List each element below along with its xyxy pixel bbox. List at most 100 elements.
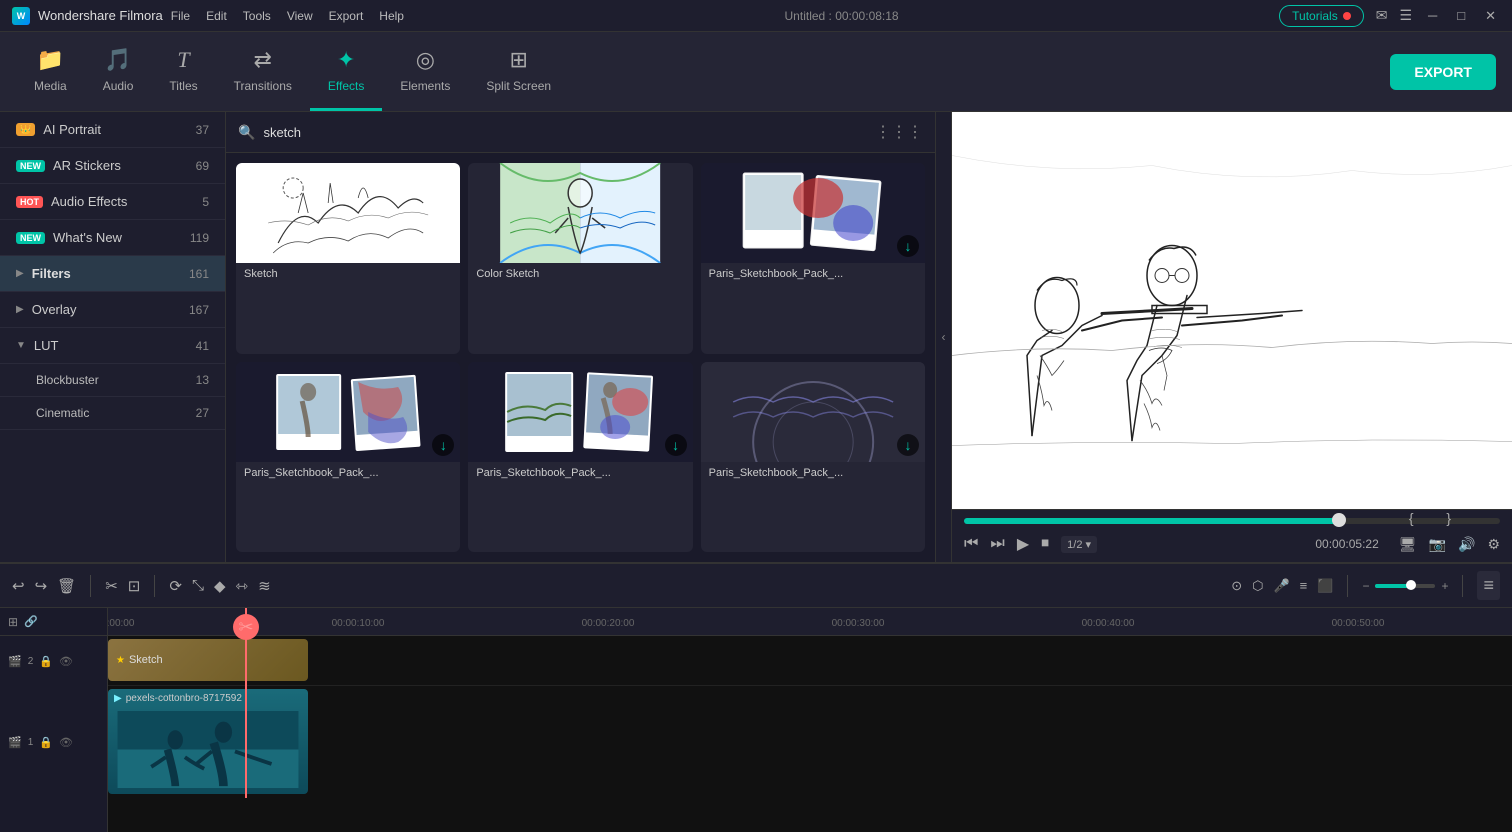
- sidebar-item-overlay[interactable]: ▶ Overlay 167: [0, 292, 225, 328]
- sidebar-subitem-cinematic[interactable]: Cinematic 27: [0, 397, 225, 430]
- mask-icon[interactable]: ⬡: [1252, 578, 1263, 594]
- motion-track-icon[interactable]: ⊙: [1231, 578, 1242, 594]
- track-2-eye[interactable]: 👁: [59, 655, 73, 668]
- scale-button[interactable]: ⤡: [192, 577, 204, 594]
- paris-3-svg: [468, 362, 692, 462]
- menu-icon[interactable]: ☰: [1399, 7, 1412, 24]
- track-1-lock[interactable]: 🔒: [39, 736, 53, 749]
- play-button[interactable]: ▶: [1017, 534, 1029, 554]
- monitor-icon[interactable]: 🖥: [1399, 536, 1417, 553]
- progress-bar[interactable]: { }: [964, 518, 1500, 524]
- rotate-button[interactable]: ⟳: [169, 577, 182, 595]
- video-clip-name-label: pexels-cottonbro-8717592: [126, 693, 242, 704]
- progress-thumb: [1332, 513, 1346, 527]
- marker-button[interactable]: ◆: [214, 577, 226, 595]
- sidebar-item-lut[interactable]: ▼ LUT 41: [0, 328, 225, 364]
- ai-portrait-count: 37: [196, 123, 209, 137]
- menu-file[interactable]: File: [171, 9, 190, 23]
- toolbar-split-screen[interactable]: ⊞ Split Screen: [468, 32, 569, 111]
- bracket-end: }: [1446, 510, 1451, 526]
- ruler-mark-30: 00:00:30:00: [832, 618, 885, 629]
- effect-color-sketch[interactable]: Color Sketch: [468, 163, 692, 354]
- settings-preview-icon[interactable]: ⚙: [1487, 536, 1500, 553]
- toolbar-audio[interactable]: 🎵 Audio: [85, 32, 152, 111]
- effect-paris-3[interactable]: ↓ Paris_Sketchbook_Pack_...: [468, 362, 692, 553]
- toolbar-titles[interactable]: T Titles: [151, 32, 215, 111]
- export-button[interactable]: EXPORT: [1390, 54, 1496, 90]
- subtitle-icon[interactable]: ≡: [1300, 578, 1308, 593]
- link-track-button[interactable]: 🔗: [24, 615, 38, 628]
- undo-button[interactable]: ↩: [12, 577, 25, 595]
- silence-button[interactable]: ≋: [258, 577, 271, 595]
- paris-3-label: Paris_Sketchbook_Pack_...: [468, 462, 692, 484]
- toolbar-transitions[interactable]: ⇄ Transitions: [216, 32, 310, 111]
- track-1-eye[interactable]: 👁: [59, 736, 73, 749]
- cut-button[interactable]: ✂: [105, 577, 118, 595]
- lut-count: 41: [196, 339, 209, 353]
- voice-icon[interactable]: 🎤: [1273, 578, 1289, 594]
- sidebar-subitem-blockbuster[interactable]: Blockbuster 13: [0, 364, 225, 397]
- grid-options-icon[interactable]: ⋮⋮⋮: [875, 122, 923, 142]
- effect-paris-1[interactable]: ↓ Paris_Sketchbook_Pack_...: [701, 163, 925, 354]
- camera-icon[interactable]: 📷: [1429, 536, 1446, 553]
- stop-button[interactable]: ⏹: [1041, 535, 1049, 553]
- crop-button[interactable]: ⊡: [128, 577, 141, 595]
- toolbar-elements[interactable]: ◎ Elements: [382, 32, 468, 111]
- new-badge-ar: NEW: [16, 160, 45, 172]
- zoom-out-button[interactable]: −: [1362, 579, 1369, 593]
- menu-view[interactable]: View: [287, 9, 313, 23]
- track-2-lock[interactable]: 🔒: [39, 655, 53, 668]
- add-track-button[interactable]: ⊞: [8, 615, 18, 629]
- zoom-in-button[interactable]: +: [1441, 579, 1448, 593]
- effect-paris-2[interactable]: ↓ Paris_Sketchbook_Pack_...: [236, 362, 460, 553]
- timeline-collapse-button[interactable]: ≡: [1477, 571, 1500, 600]
- maximize-button[interactable]: □: [1453, 8, 1469, 23]
- menu-tools[interactable]: Tools: [243, 9, 271, 23]
- ruler-mark-20: 00:00:20:00: [582, 618, 635, 629]
- sidebar: 👑 AI Portrait 37 NEW AR Stickers 69 HOT …: [0, 112, 226, 562]
- sidebar-item-filters[interactable]: ▶ Filters 161: [0, 256, 225, 292]
- cinematic-count: 27: [196, 406, 209, 420]
- collapse-panel-button[interactable]: ‹: [936, 112, 952, 562]
- sketch-clip-label: Sketch: [129, 654, 163, 666]
- minimize-button[interactable]: ─: [1424, 8, 1441, 23]
- zoom-slider[interactable]: [1375, 584, 1435, 588]
- separator-3: [1347, 575, 1348, 597]
- close-button[interactable]: ✕: [1481, 8, 1500, 24]
- timeline-tracks: 00:00:00:00 00:00:10:00 00:00:20:00 00:0…: [108, 608, 1512, 832]
- menu-help[interactable]: Help: [379, 9, 404, 23]
- sketch-effect-clip[interactable]: ★ Sketch: [108, 639, 308, 681]
- mail-icon[interactable]: ✉: [1376, 7, 1388, 24]
- paris-1-download-icon[interactable]: ↓: [897, 235, 919, 257]
- menu-export[interactable]: Export: [329, 9, 364, 23]
- toolbar-split-screen-label: Split Screen: [486, 79, 551, 93]
- sidebar-item-ai-portrait[interactable]: 👑 AI Portrait 37: [0, 112, 225, 148]
- sidebar-item-ar-stickers[interactable]: NEW AR Stickers 69: [0, 148, 225, 184]
- app-logo: W: [12, 7, 30, 25]
- toolbar-media[interactable]: 📁 Media: [16, 32, 85, 111]
- sidebar-item-whats-new[interactable]: NEW What's New 119: [0, 220, 225, 256]
- skip-back-button[interactable]: ⏮: [964, 535, 978, 553]
- blockbuster-label: Blockbuster: [36, 373, 196, 387]
- split-button[interactable]: ⇿: [236, 577, 249, 595]
- menu-edit[interactable]: Edit: [206, 9, 227, 23]
- cinematic-label: Cinematic: [36, 406, 196, 420]
- search-input[interactable]: [263, 125, 867, 140]
- track-labels: ⊞ 🔗 🎬 2 🔒 👁 🎬 1 🔒 👁: [0, 608, 108, 832]
- audio-preview-icon[interactable]: 🔊: [1458, 536, 1475, 553]
- step-back-button[interactable]: ⏭: [990, 535, 1004, 553]
- delete-button[interactable]: 🗑: [57, 577, 76, 595]
- tutorials-button[interactable]: Tutorials: [1279, 5, 1364, 27]
- keyframe-icon[interactable]: ⬛: [1317, 578, 1333, 594]
- effect-sketch[interactable]: Sketch: [236, 163, 460, 354]
- redo-button[interactable]: ↪: [35, 577, 48, 595]
- ar-stickers-count: 69: [196, 159, 209, 173]
- effect-paris-4[interactable]: ↓ Paris_Sketchbook_Pack_...: [701, 362, 925, 553]
- paris-3-download-icon[interactable]: ↓: [665, 434, 687, 456]
- track-1-name: 1: [28, 737, 34, 748]
- sidebar-item-audio-effects[interactable]: HOT Audio Effects 5: [0, 184, 225, 220]
- video-clip[interactable]: ▶ pexels-cottonbro-8717592: [108, 689, 308, 794]
- paris-4-download-icon[interactable]: ↓: [897, 434, 919, 456]
- toolbar-effects[interactable]: ✦ Effects: [310, 32, 382, 111]
- paris-2-download-icon[interactable]: ↓: [432, 434, 454, 456]
